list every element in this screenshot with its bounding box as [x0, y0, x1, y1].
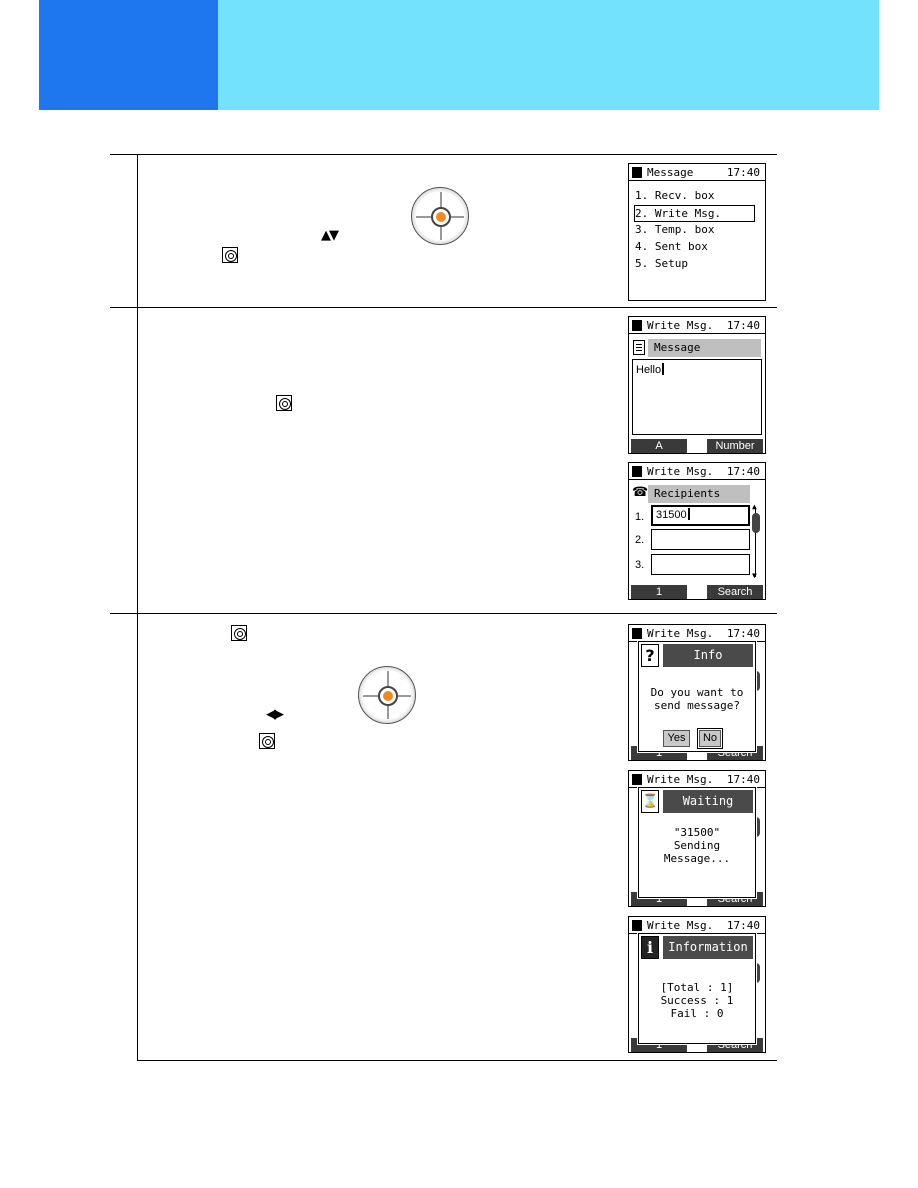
status-bar: Write Msg. 17:40	[629, 463, 765, 480]
status-bar: Write Msg. 17:40	[629, 625, 765, 642]
phone-screen-send-confirm: Write Msg. 17:40 ▲▼ 1 Search ? Info Do y…	[628, 624, 766, 761]
table-top-border	[110, 154, 777, 155]
dialog-message: Do you want to send message?	[650, 686, 744, 712]
ok-key-icon	[259, 733, 275, 749]
no-button[interactable]: No	[697, 728, 723, 749]
document-icon	[633, 340, 645, 355]
message-menu: 1. Recv. box 2. Write Msg. 3. Temp. box …	[634, 188, 755, 273]
phonebook-icon: ☎	[632, 485, 649, 500]
dialog-title: Information	[663, 936, 753, 959]
navigation-key-icon	[411, 187, 469, 245]
hourglass-icon: ⌛	[641, 790, 659, 813]
dialog-message: "31500" Sending Message...	[663, 826, 731, 865]
softkey-left[interactable]: A	[631, 439, 687, 453]
ok-key-icon	[231, 625, 247, 641]
softkey-right[interactable]: Search	[707, 585, 763, 599]
clock: 17:40	[726, 166, 760, 179]
softkey-right[interactable]: Number	[707, 439, 763, 453]
scrollbar[interactable]: ▲▼	[752, 503, 760, 580]
signal-block-icon	[632, 320, 642, 331]
recipient-field-3[interactable]	[651, 554, 750, 575]
screen-title: Write Msg.	[647, 919, 714, 932]
step-divider	[110, 307, 777, 308]
signal-block-icon	[632, 774, 642, 785]
signal-block-icon	[632, 466, 642, 477]
phone-screen-send-result: Write Msg. 17:40 ▲▼ 1 Search i Informati…	[628, 916, 766, 1053]
yes-button[interactable]: Yes	[663, 730, 690, 747]
phone-screen-message-menu: Message 17:40 1. Recv. box 2. Write Msg.…	[628, 163, 766, 301]
status-bar: Message 17:40	[629, 164, 765, 181]
screen-title: Write Msg.	[647, 319, 714, 332]
clock: 17:40	[726, 465, 760, 478]
table-bottom-border	[137, 1060, 777, 1061]
phone-screen-recipients: Write Msg. 17:40 ☎ Recipients 1. 31500 2…	[628, 462, 766, 600]
phone-screen-sending: Write Msg. 17:40 ▲▼ 1 Search ⌛ Waiting "…	[628, 770, 766, 907]
menu-item-write-msg[interactable]: 2. Write Msg.	[634, 205, 755, 222]
header-banner-left	[39, 0, 218, 110]
status-bar: Write Msg. 17:40	[629, 771, 765, 788]
menu-item-setup[interactable]: 5. Setup	[635, 256, 755, 273]
recipient-index: 3.	[635, 559, 645, 571]
menu-item-temp-box[interactable]: 3. Temp. box	[635, 222, 755, 239]
dialog-title: Info	[663, 644, 753, 667]
navigation-key-icon	[358, 666, 416, 724]
signal-block-icon	[632, 628, 642, 639]
screen-title: Write Msg.	[647, 773, 714, 786]
status-bar: Write Msg. 17:40	[629, 317, 765, 334]
dialog-message: [Total : 1] Success : 1 Fail : 0	[660, 981, 734, 1020]
screen-title: Message	[647, 166, 694, 179]
info-icon: i	[641, 936, 659, 959]
left-right-arrow-icon: ◀▶	[266, 707, 284, 722]
ok-key-icon	[222, 247, 238, 263]
step-divider	[110, 613, 777, 614]
clock: 17:40	[726, 919, 760, 932]
ok-key-icon	[276, 395, 292, 411]
recipient-field-1[interactable]: 31500	[651, 505, 750, 526]
text-cursor	[662, 363, 665, 375]
menu-item-sent-box[interactable]: 4. Sent box	[635, 239, 755, 256]
info-dialog: ? Info Do you want to send message? Yes …	[638, 641, 756, 752]
text-cursor	[687, 508, 690, 520]
signal-block-icon	[632, 920, 642, 931]
section-label: Recipients	[648, 485, 750, 503]
up-down-arrow-icon: ▲▼	[321, 228, 339, 243]
clock: 17:40	[726, 773, 760, 786]
phone-screen-write-message: Write Msg. 17:40 Message Hello A Number	[628, 316, 766, 454]
dialog-title: Waiting	[663, 790, 753, 813]
scroll-thumb[interactable]	[752, 513, 760, 533]
clock: 17:40	[726, 319, 760, 332]
recipient-index: 2.	[635, 534, 645, 546]
question-icon: ?	[641, 644, 659, 667]
signal-block-icon	[632, 167, 642, 178]
clock: 17:40	[726, 627, 760, 640]
message-text-input[interactable]: Hello	[632, 359, 762, 435]
menu-item-recv-box[interactable]: 1. Recv. box	[635, 188, 755, 205]
status-bar: Write Msg. 17:40	[629, 917, 765, 934]
header-banner-right	[218, 0, 879, 110]
recipient-index: 1.	[635, 511, 645, 523]
section-label: Message	[648, 339, 761, 357]
message-text: Hello	[636, 364, 662, 376]
softkey-left[interactable]: 1	[631, 585, 687, 599]
waiting-dialog: ⌛ Waiting "31500" Sending Message...	[638, 787, 756, 898]
recipient-value: 31500	[656, 509, 687, 521]
screen-title: Write Msg.	[647, 465, 714, 478]
information-dialog: i Information [Total : 1] Success : 1 Fa…	[638, 933, 756, 1044]
recipient-field-2[interactable]	[651, 529, 750, 550]
screen-title: Write Msg.	[647, 627, 714, 640]
